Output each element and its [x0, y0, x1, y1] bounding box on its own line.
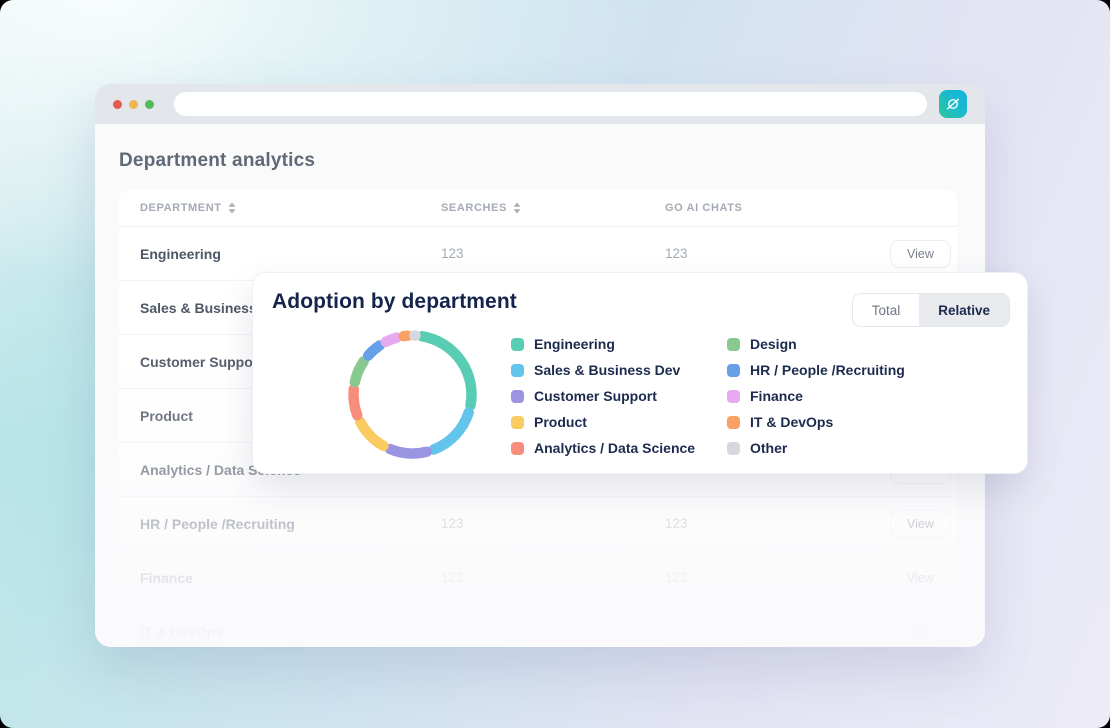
legend-swatch-icon [511, 364, 524, 377]
sort-icon [513, 202, 521, 214]
legend-label: HR / People /Recruiting [750, 362, 905, 378]
column-header-label: DEPARTMENT [140, 202, 222, 214]
department-name: Engineering [140, 246, 441, 262]
go-ai-chats-value: 123 [665, 516, 890, 531]
legend-swatch-icon [511, 338, 524, 351]
toggle-total-button[interactable]: Total [853, 294, 920, 326]
department-name: IT & DevOps [140, 624, 441, 640]
legend-swatch-icon [511, 442, 524, 455]
department-name: Finance [140, 570, 441, 586]
table-row: Finance 123 123 View [119, 551, 957, 605]
gosearch-logo-icon [944, 95, 962, 113]
donut-segment [434, 412, 469, 449]
sort-icon [228, 202, 236, 214]
donut-segment [386, 338, 397, 342]
adoption-by-department-card: Adoption by department Total Relative En… [252, 272, 1028, 474]
legend-label: IT & DevOps [750, 414, 833, 430]
gosearch-extension-button[interactable] [939, 90, 967, 118]
legend-item: Other [727, 435, 905, 461]
legend-item: Engineering [511, 331, 695, 357]
legend-label: Engineering [534, 336, 615, 352]
legend-swatch-icon [727, 416, 740, 429]
go-ai-chats-value: 123 [665, 625, 890, 640]
window-close-icon [113, 100, 122, 109]
searches-value: 123 [441, 625, 665, 640]
column-header: GO AI CHATS [665, 202, 890, 214]
column-header-label: SEARCHES [441, 202, 507, 214]
searches-value: 123 [441, 570, 665, 585]
searches-value: 123 [441, 516, 665, 531]
window-controls [113, 100, 154, 109]
donut-segment [354, 389, 358, 415]
go-ai-chats-value: 123 [665, 246, 890, 261]
donut-segment [422, 336, 471, 405]
legend-label: Finance [750, 388, 803, 404]
legend-label: Sales & Business Dev [534, 362, 680, 378]
view-button[interactable]: View [890, 564, 951, 592]
view-button[interactable]: View [890, 240, 951, 268]
donut-segment [360, 422, 383, 446]
table-row: IT & DevOps 123 123 View [119, 605, 957, 647]
window-minimize-icon [129, 100, 138, 109]
view-button[interactable]: View [890, 618, 951, 646]
legend-swatch-icon [727, 442, 740, 455]
department-name: HR / People /Recruiting [140, 516, 441, 532]
legend-swatch-icon [511, 416, 524, 429]
legend-label: Product [534, 414, 587, 430]
searches-value: 123 [441, 246, 665, 261]
legend-label: Analytics / Data Science [534, 440, 695, 456]
chart-legend-column-2: Design HR / People /Recruiting Finance I… [727, 331, 905, 461]
legend-label: Customer Support [534, 388, 657, 404]
browser-titlebar [95, 84, 985, 124]
donut-segment [368, 346, 379, 356]
table-row: HR / People /Recruiting 123 123 View [119, 497, 957, 551]
page-title: Department analytics [119, 150, 985, 172]
legend-swatch-icon [511, 390, 524, 403]
table-header-row: DEPARTMENT SEARCHES GO AI CHATS [119, 190, 957, 227]
donut-chart [340, 322, 485, 467]
column-header[interactable]: SEARCHES [441, 202, 665, 214]
go-ai-chats-value: 123 [665, 570, 890, 585]
legend-item: Design [727, 331, 905, 357]
column-header-label: GO AI CHATS [665, 202, 743, 214]
legend-item: Sales & Business Dev [511, 357, 695, 383]
address-bar[interactable] [174, 92, 927, 116]
total-relative-toggle: Total Relative [852, 293, 1010, 327]
legend-item: Analytics / Data Science [511, 435, 695, 461]
legend-swatch-icon [727, 364, 740, 377]
legend-swatch-icon [727, 338, 740, 351]
legend-label: Other [750, 440, 787, 456]
window-maximize-icon [145, 100, 154, 109]
legend-item: Product [511, 409, 695, 435]
legend-label: Design [750, 336, 797, 352]
column-header[interactable]: DEPARTMENT [140, 202, 441, 214]
legend-item: Finance [727, 383, 905, 409]
modal-title: Adoption by department [272, 290, 517, 314]
legend-item: IT & DevOps [727, 409, 905, 435]
app-background: Department analytics DEPARTMENT SEARCHES… [0, 0, 1110, 728]
legend-item: Customer Support [511, 383, 695, 409]
toggle-relative-button[interactable]: Relative [919, 294, 1009, 326]
view-button[interactable]: View [890, 510, 951, 538]
donut-segment [355, 361, 364, 382]
donut-segment [390, 449, 427, 453]
chart-legend-column-1: Engineering Sales & Business Dev Custome… [511, 331, 695, 461]
legend-swatch-icon [727, 390, 740, 403]
legend-item: HR / People /Recruiting [727, 357, 905, 383]
